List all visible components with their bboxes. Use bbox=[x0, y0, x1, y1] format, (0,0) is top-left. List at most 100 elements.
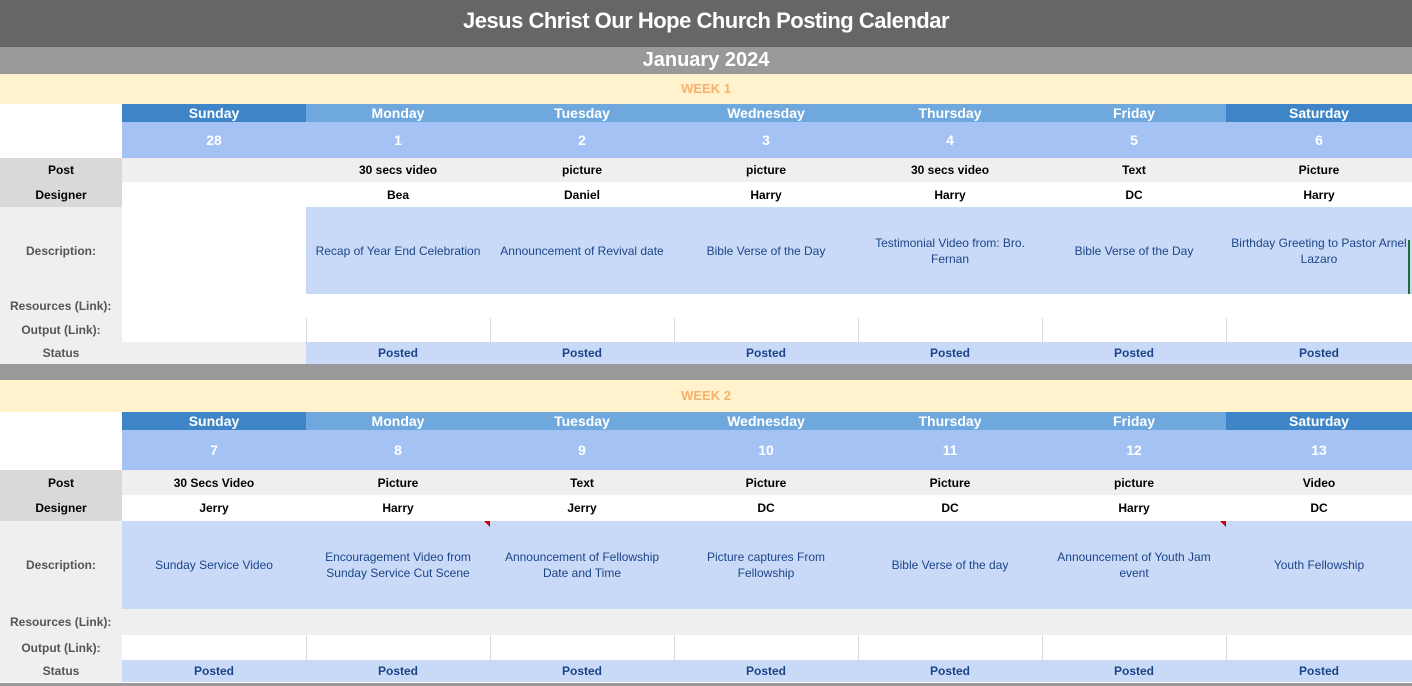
status-cell[interactable]: Posted bbox=[1226, 660, 1412, 682]
designer-cell[interactable] bbox=[122, 182, 306, 207]
description-cell[interactable]: Bible Verse of the Day bbox=[1042, 207, 1226, 294]
designer-cell[interactable]: DC bbox=[1226, 495, 1412, 521]
description-cell-empty[interactable] bbox=[122, 207, 306, 294]
date-cell[interactable]: 4 bbox=[858, 122, 1042, 158]
post-type-cell[interactable]: 30 Secs Video bbox=[122, 470, 306, 495]
output-cell[interactable] bbox=[674, 318, 858, 342]
status-cell[interactable]: Posted bbox=[858, 342, 1042, 364]
post-type-cell[interactable]: Picture bbox=[306, 470, 490, 495]
post-type-cell[interactable]: Text bbox=[1042, 158, 1226, 182]
status-cell[interactable]: Posted bbox=[490, 342, 674, 364]
designer-cell[interactable]: Daniel bbox=[490, 182, 674, 207]
post-type-cell[interactable]: Picture bbox=[674, 470, 858, 495]
output-cell[interactable] bbox=[122, 635, 306, 660]
week-separator bbox=[0, 364, 1412, 380]
date-cell[interactable]: 13 bbox=[1226, 430, 1412, 470]
post-type-cell[interactable]: Text bbox=[490, 470, 674, 495]
post-type-cell[interactable]: 30 secs video bbox=[306, 158, 490, 182]
date-cell[interactable]: 5 bbox=[1042, 122, 1226, 158]
designer-cell[interactable]: Harry bbox=[674, 182, 858, 207]
post-type-cell[interactable]: Picture bbox=[858, 470, 1042, 495]
description-cell[interactable]: Birthday Greeting to Pastor Arnel Lazaro bbox=[1226, 207, 1412, 294]
description-cell[interactable]: Bible Verse of the Day bbox=[674, 207, 858, 294]
description-cell[interactable]: Announcement of Youth Jam event bbox=[1042, 521, 1226, 609]
resources-cell[interactable] bbox=[122, 609, 1412, 635]
status-cell-empty[interactable] bbox=[122, 342, 306, 364]
date-cell[interactable]: 2 bbox=[490, 122, 674, 158]
status-cell[interactable]: Posted bbox=[1226, 342, 1412, 364]
description-cell[interactable]: Announcement of Fellowship Date and Time bbox=[490, 521, 674, 609]
output-cell[interactable] bbox=[674, 635, 858, 660]
description-cell[interactable]: Bible Verse of the day bbox=[858, 521, 1042, 609]
designer-cell[interactable]: DC bbox=[1042, 182, 1226, 207]
description-cell[interactable]: Encouragement Video from Sunday Service … bbox=[306, 521, 490, 609]
description-cell[interactable]: Testimonial Video from: Bro. Fernan bbox=[858, 207, 1042, 294]
row-label-status: Status bbox=[0, 342, 122, 364]
post-type-cell[interactable] bbox=[122, 158, 306, 182]
comment-indicator-icon[interactable] bbox=[484, 521, 490, 527]
post-type-cell[interactable]: Video bbox=[1226, 470, 1412, 495]
designer-cell[interactable]: Jerry bbox=[122, 495, 306, 521]
output-cell[interactable] bbox=[122, 318, 306, 342]
output-cell[interactable] bbox=[1042, 318, 1226, 342]
row-label-designer: Designer bbox=[0, 182, 122, 207]
description-cell[interactable]: Announcement of Revival date bbox=[490, 207, 674, 294]
selection-marker bbox=[1408, 240, 1410, 296]
status-cell[interactable]: Posted bbox=[306, 342, 490, 364]
day-header-monday: Monday bbox=[306, 412, 490, 430]
status-cell[interactable]: Posted bbox=[858, 660, 1042, 682]
date-cell[interactable]: 12 bbox=[1042, 430, 1226, 470]
designer-cell[interactable]: Bea bbox=[306, 182, 490, 207]
output-cell[interactable] bbox=[858, 318, 1042, 342]
date-cell[interactable]: 28 bbox=[122, 122, 306, 158]
description-cell[interactable]: Picture captures From Fellowship bbox=[674, 521, 858, 609]
row-label-resources: Resources (Link): bbox=[0, 294, 122, 318]
status-cell[interactable]: Posted bbox=[1042, 342, 1226, 364]
post-type-cell[interactable]: 30 secs video bbox=[858, 158, 1042, 182]
post-type-cell[interactable]: Picture bbox=[1226, 158, 1412, 182]
day-header-thursday: Thursday bbox=[858, 412, 1042, 430]
designer-cell[interactable]: Harry bbox=[1042, 495, 1226, 521]
date-cell[interactable]: 9 bbox=[490, 430, 674, 470]
date-cell[interactable]: 11 bbox=[858, 430, 1042, 470]
description-cell[interactable]: Sunday Service Video bbox=[122, 521, 306, 609]
date-cell[interactable]: 10 bbox=[674, 430, 858, 470]
day-header-saturday: Saturday bbox=[1226, 104, 1412, 122]
date-cell[interactable]: 3 bbox=[674, 122, 858, 158]
status-cell[interactable]: Posted bbox=[674, 342, 858, 364]
output-cell[interactable] bbox=[490, 635, 674, 660]
status-cell[interactable]: Posted bbox=[1042, 660, 1226, 682]
post-type-cell[interactable]: picture bbox=[490, 158, 674, 182]
status-cell[interactable]: Posted bbox=[490, 660, 674, 682]
post-type-cell[interactable]: picture bbox=[1042, 470, 1226, 495]
description-cell[interactable]: Youth Fellowship bbox=[1226, 521, 1412, 609]
output-cell[interactable] bbox=[858, 635, 1042, 660]
designer-cell[interactable]: Harry bbox=[858, 182, 1042, 207]
output-cell[interactable] bbox=[1042, 635, 1226, 660]
resources-cell[interactable] bbox=[122, 294, 1412, 318]
designer-cell[interactable]: Harry bbox=[1226, 182, 1412, 207]
week-label: WEEK 2 bbox=[0, 380, 1412, 412]
designer-cell[interactable]: DC bbox=[674, 495, 858, 521]
designer-cell[interactable]: Jerry bbox=[490, 495, 674, 521]
date-cell[interactable]: 6 bbox=[1226, 122, 1412, 158]
output-cell[interactable] bbox=[1226, 635, 1412, 660]
output-cell[interactable] bbox=[490, 318, 674, 342]
status-cell[interactable]: Posted bbox=[122, 660, 306, 682]
post-type-cell[interactable]: picture bbox=[674, 158, 858, 182]
row-label-resources: Resources (Link): bbox=[0, 609, 122, 635]
status-cell[interactable]: Posted bbox=[306, 660, 490, 682]
date-cell[interactable]: 1 bbox=[306, 122, 490, 158]
output-cell[interactable] bbox=[1226, 318, 1412, 342]
status-cell[interactable]: Posted bbox=[674, 660, 858, 682]
description-cell[interactable]: Recap of Year End Celebration bbox=[306, 207, 490, 294]
comment-indicator-icon[interactable] bbox=[1220, 521, 1226, 527]
day-header-sunday: Sunday bbox=[122, 104, 306, 122]
row-label-output: Output (Link): bbox=[0, 318, 122, 342]
output-cell[interactable] bbox=[306, 318, 490, 342]
output-cell[interactable] bbox=[306, 635, 490, 660]
designer-cell[interactable]: Harry bbox=[306, 495, 490, 521]
designer-cell[interactable]: DC bbox=[858, 495, 1042, 521]
date-cell[interactable]: 7 bbox=[122, 430, 306, 470]
date-cell[interactable]: 8 bbox=[306, 430, 490, 470]
